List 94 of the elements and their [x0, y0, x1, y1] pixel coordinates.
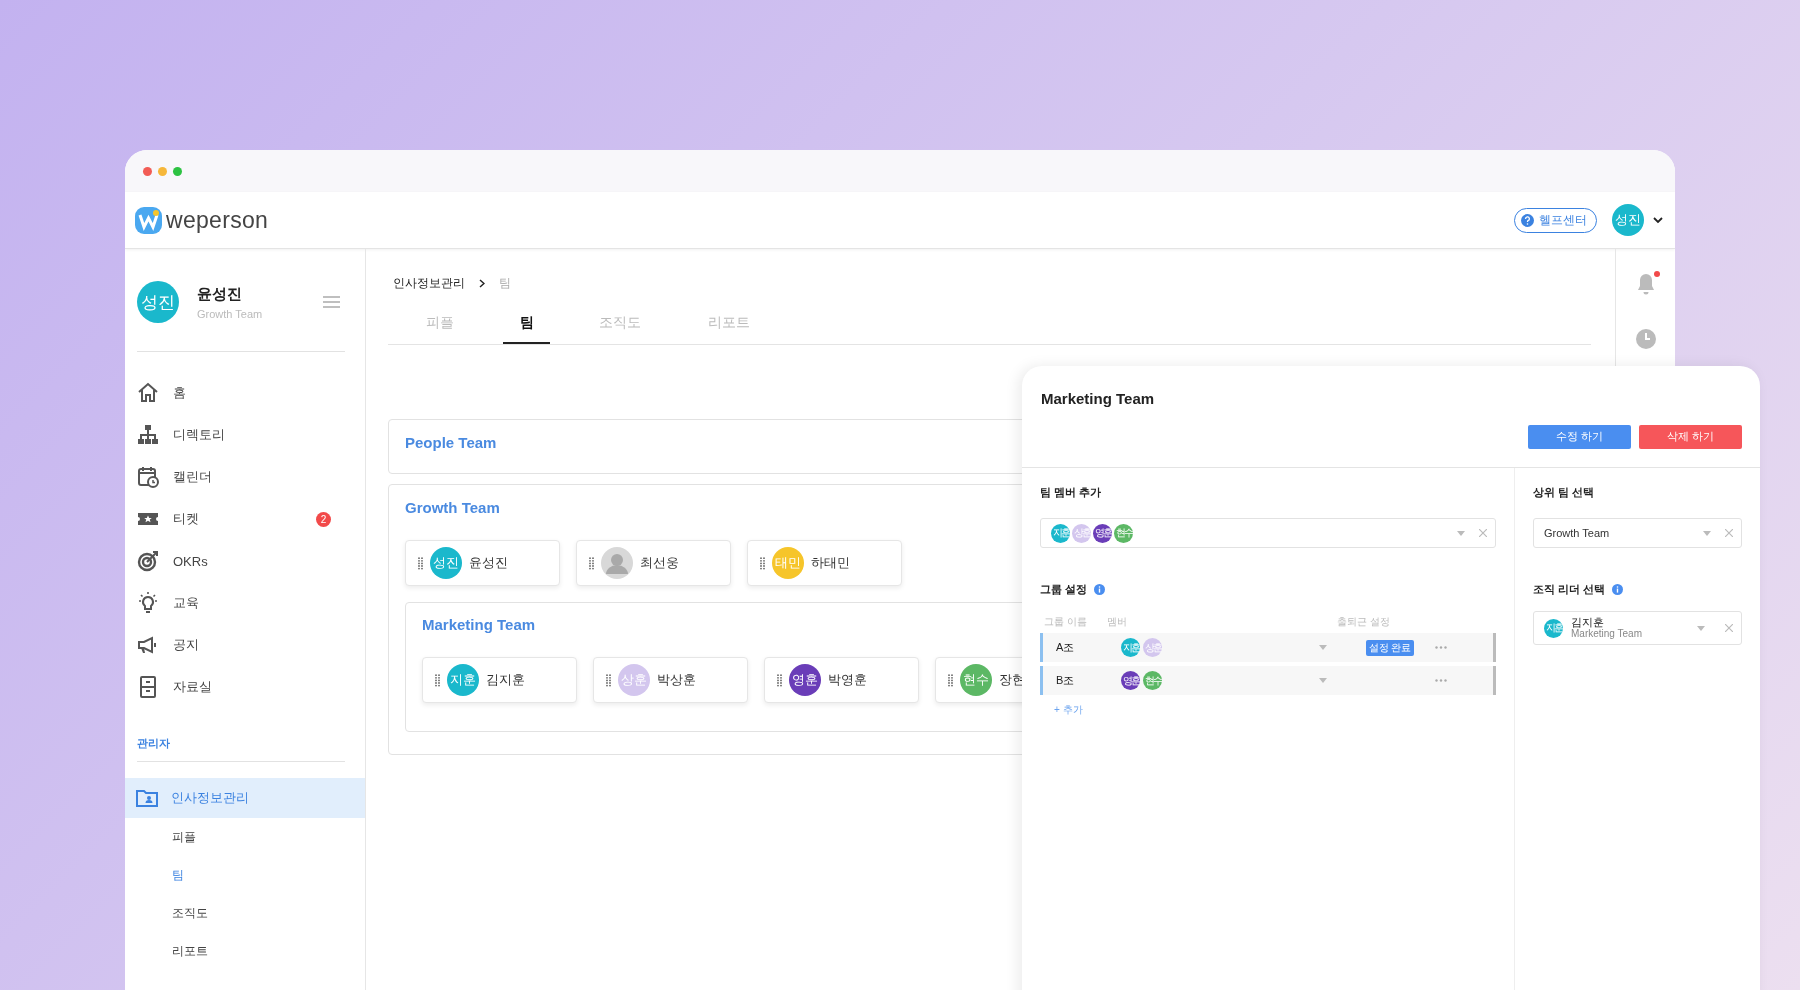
- profile-avatar: 성진: [137, 281, 179, 323]
- member-name: 박상훈: [657, 671, 696, 689]
- team-name: Growth Team: [405, 499, 500, 516]
- member-chip: 현수: [1143, 671, 1162, 690]
- member-name: 최선웅: [640, 554, 679, 572]
- group-name: A조: [1055, 640, 1076, 655]
- member-chip: 지훈: [1121, 638, 1140, 657]
- avatar: 성진: [430, 547, 462, 579]
- count-badge: 2: [316, 511, 331, 527]
- member-card[interactable]: 성진 윤성진: [405, 540, 560, 586]
- drag-handle-icon[interactable]: [606, 673, 611, 687]
- avatar: 현수: [960, 664, 992, 696]
- member-name: 윤성진: [469, 554, 508, 572]
- clock-icon[interactable]: [1635, 329, 1656, 349]
- maximize-window-dot[interactable]: [173, 166, 182, 176]
- drag-handle-icon[interactable]: [435, 673, 440, 687]
- member-chip: 지훈: [1544, 618, 1563, 638]
- nav-item[interactable]: 캘린더: [125, 456, 365, 498]
- parent-team-select[interactable]: Growth Team: [1533, 518, 1742, 548]
- profile-name: 윤성진: [197, 284, 243, 304]
- member-card[interactable]: 영훈 박영훈: [764, 657, 919, 703]
- sub-nav-item[interactable]: 팀: [125, 856, 365, 894]
- column-header: 출퇴근 설정: [1337, 615, 1391, 629]
- help-icon: [1521, 213, 1534, 227]
- info-icon[interactable]: [1094, 584, 1106, 595]
- group-row[interactable]: B조 영훈 현수: [1040, 666, 1496, 695]
- nav-item[interactable]: 공지: [125, 624, 365, 666]
- member-card[interactable]: 최선웅: [576, 540, 731, 586]
- column-header: 멤버: [1107, 615, 1128, 629]
- member-chip: 영훈: [1121, 671, 1140, 690]
- avatar: 영훈: [789, 664, 821, 696]
- chevron-right-icon: [479, 279, 485, 288]
- bell-icon[interactable]: [1635, 273, 1656, 295]
- menu-icon[interactable]: [323, 296, 340, 308]
- drag-handle-icon[interactable]: [760, 556, 765, 570]
- group-name: B조: [1055, 673, 1076, 688]
- member-card[interactable]: 지훈 김지훈: [422, 657, 577, 703]
- nav-item[interactable]: 티켓 2: [125, 498, 365, 540]
- logo-text: weperson: [166, 206, 269, 234]
- dropdown-caret-icon[interactable]: [1457, 530, 1465, 536]
- member-name: 김지훈: [486, 671, 525, 689]
- nav-icon: [136, 549, 160, 573]
- nav-icon: [136, 423, 160, 447]
- member-chip: 영훈: [1093, 523, 1112, 543]
- logo-icon: [135, 206, 162, 234]
- tab[interactable]: 팀: [503, 304, 550, 344]
- breadcrumb-link[interactable]: 인사정보관리: [393, 275, 465, 292]
- nav-item[interactable]: 홈: [125, 372, 365, 414]
- sub-nav-item[interactable]: 리포트: [125, 932, 365, 970]
- dropdown-caret-icon[interactable]: [1319, 678, 1327, 683]
- clear-icon[interactable]: [1725, 529, 1733, 537]
- dropdown-caret-icon[interactable]: [1697, 625, 1705, 631]
- folder-person-icon: [136, 789, 158, 807]
- nav-item[interactable]: 자료실: [125, 666, 365, 708]
- nav-item[interactable]: 교육: [125, 582, 365, 624]
- avatar-placeholder: [601, 547, 633, 579]
- more-icon[interactable]: [1435, 679, 1447, 682]
- clear-icon[interactable]: [1479, 529, 1487, 537]
- help-center-button[interactable]: 헬프센터: [1514, 207, 1597, 233]
- member-chip: 현수: [1114, 523, 1133, 543]
- team-name: Marketing Team: [422, 616, 536, 633]
- dropdown-caret-icon[interactable]: [1319, 645, 1327, 650]
- more-icon[interactable]: [1435, 646, 1447, 649]
- profile-team: Growth Team: [197, 307, 264, 320]
- field-label: 팀 멤버 추가: [1040, 485, 1103, 500]
- nav-icon: [136, 465, 160, 489]
- nav-icon: [136, 591, 160, 615]
- section-heading: 관리자: [136, 736, 171, 751]
- nav-icon: [136, 381, 160, 405]
- drag-handle-icon[interactable]: [418, 556, 423, 570]
- member-name: 하태민: [811, 554, 850, 572]
- nav-item[interactable]: 디렉토리: [125, 414, 365, 456]
- avatar: 태민: [772, 547, 804, 579]
- avatar: 지훈: [447, 664, 479, 696]
- panel-title: Marketing Team: [1040, 389, 1156, 407]
- drag-handle-icon[interactable]: [589, 556, 594, 570]
- nav-item[interactable]: OKRs: [125, 540, 365, 582]
- sub-nav-item[interactable]: 피플: [125, 818, 365, 856]
- team-name: People Team: [405, 434, 497, 451]
- member-card[interactable]: 태민 하태민: [747, 540, 902, 586]
- chevron-down-icon[interactable]: [1653, 216, 1663, 224]
- clear-icon[interactable]: [1725, 624, 1733, 632]
- column-header: 그룹 이름: [1044, 615, 1088, 629]
- section-label: 그룹 설정: [1040, 582, 1088, 597]
- status-tag: 설정 완료: [1365, 639, 1415, 656]
- dropdown-caret-icon[interactable]: [1703, 530, 1711, 536]
- drag-handle-icon[interactable]: [777, 673, 782, 687]
- drag-handle-icon[interactable]: [948, 673, 953, 687]
- member-chip: 지훈: [1051, 523, 1070, 543]
- close-window-dot[interactable]: [143, 166, 152, 176]
- sub-nav-item[interactable]: 조직도: [125, 894, 365, 932]
- info-icon[interactable]: [1612, 584, 1624, 595]
- member-name: 박영훈: [828, 671, 867, 689]
- minimize-window-dot[interactable]: [158, 166, 167, 176]
